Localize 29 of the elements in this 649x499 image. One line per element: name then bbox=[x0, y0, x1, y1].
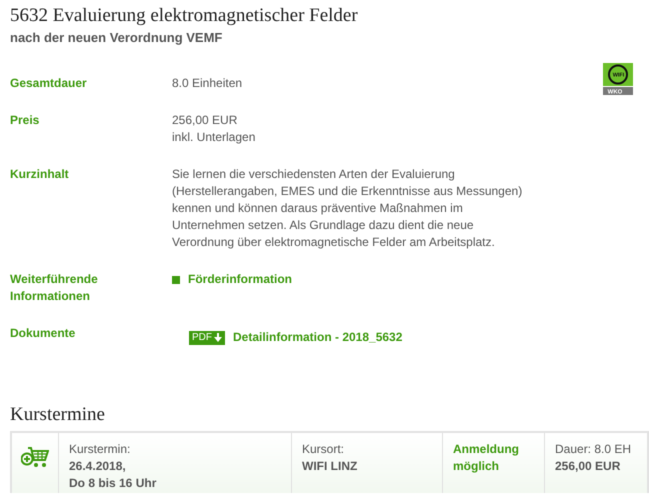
pdf-download-icon: PDF bbox=[189, 330, 225, 345]
place-value: WIFI LINZ bbox=[302, 458, 358, 476]
detail-label: Kurzinhalt bbox=[10, 166, 70, 184]
price-value: 256,00 EUR bbox=[555, 458, 622, 476]
section-title: Kurstermine bbox=[10, 404, 106, 428]
registration-status: Anmeldung möglich bbox=[453, 441, 520, 476]
detail-label: Preis bbox=[10, 112, 40, 130]
bullet-icon bbox=[172, 276, 180, 284]
duration-value: Dauer: 8.0 EH bbox=[555, 441, 632, 458]
detail-value: 8.0 Einheiten bbox=[172, 75, 242, 92]
date-value: Do 8 bis 16 Uhr bbox=[69, 475, 158, 492]
date-value: 26.4.2018, bbox=[69, 458, 127, 476]
detail-value: kennen und können daraus präventive Maßnahmen im bbox=[172, 200, 464, 218]
add-to-cart-icon[interactable] bbox=[21, 445, 49, 470]
detail-value: 256,00 EUR bbox=[172, 112, 238, 130]
page-subtitle: nach der neuen Verordnung VEMF bbox=[10, 28, 224, 47]
page-title: 5632 Evaluierung elektromagnetischer Felder bbox=[10, 4, 358, 28]
detail-value: inkl. Unterlagen bbox=[172, 129, 256, 146]
detail-label: Gesamtdauer bbox=[10, 75, 88, 92]
document-link[interactable]: Detailinformation - 2018_5632 bbox=[233, 329, 402, 346]
detail-value: Sie lernen die verschiedensten Arten der Evaluierung bbox=[172, 166, 456, 184]
detail-value: (Herstellerangaben, EMES und die Erkenntnisse aus Messungen) bbox=[172, 183, 522, 200]
detail-label: Dokumente bbox=[10, 325, 76, 342]
info-link[interactable]: Förderinformation bbox=[172, 271, 292, 288]
detail-value: Verordnung über elektromagnetische Felder am Arbeitsplatz. bbox=[172, 234, 496, 252]
detail-label: Weiterführende Informationen bbox=[10, 271, 99, 306]
date-label: Kurstermin: bbox=[69, 441, 132, 458]
detail-value: Unternehmen setzen. Als Grundlage dazu dient die neue bbox=[172, 217, 475, 234]
place-label: Kursort: bbox=[302, 441, 346, 458]
